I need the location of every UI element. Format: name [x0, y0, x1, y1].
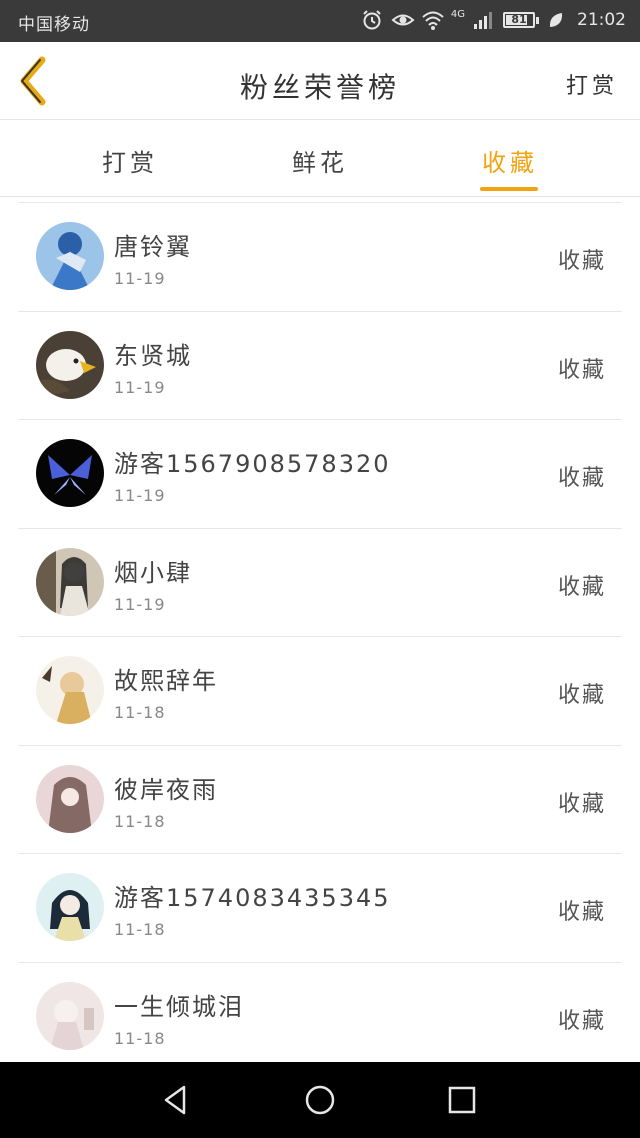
- fan-name: 游客1574083435345: [114, 884, 391, 912]
- fan-date: 11-19: [114, 594, 166, 614]
- tab-bar: 打赏 鲜花 收藏: [0, 121, 640, 197]
- fan-name: 彼岸夜雨: [114, 775, 218, 804]
- status-bar: 中国移动 4G 81 21:02: [0, 0, 640, 42]
- list-item[interactable]: 唐铃翼 11-19 收藏: [18, 202, 622, 311]
- nav-recent-button[interactable]: [444, 1082, 480, 1118]
- carrier-label: 中国移动: [18, 15, 90, 35]
- avatar: [36, 547, 104, 616]
- signal-icon: [473, 9, 495, 31]
- app-header: 粉丝荣誉榜 打赏: [0, 42, 640, 120]
- fan-action-type: 收藏: [557, 900, 606, 925]
- square-recent-icon: [448, 1086, 476, 1114]
- nav-back-button[interactable]: [158, 1082, 194, 1118]
- avatar: [36, 981, 104, 1050]
- fan-action-type: 收藏: [557, 249, 606, 274]
- list-item[interactable]: 游客1567908578320 11-19 收藏: [18, 419, 622, 528]
- active-tab-indicator: [480, 187, 538, 191]
- list-item[interactable]: 彼岸夜雨 11-18 收藏: [18, 744, 622, 854]
- fan-date: 11-19: [114, 269, 166, 288]
- fan-date: 11-18: [114, 811, 166, 831]
- circle-home-icon: [305, 1085, 335, 1115]
- fan-name: 烟小肆: [114, 558, 192, 587]
- fan-action-type: 收藏: [557, 683, 606, 708]
- tab-reward[interactable]: 打赏: [80, 143, 180, 178]
- clock: 21:02: [577, 10, 626, 30]
- avatar: [36, 873, 104, 941]
- eye-icon: [391, 9, 415, 31]
- fan-date: 11-19: [114, 486, 166, 505]
- fan-name: 故熙辞年: [114, 667, 218, 695]
- status-icons: 4G 81 21:02: [361, 9, 626, 31]
- battery-icon: 81: [503, 12, 539, 28]
- fan-name: 游客1567908578320: [114, 450, 391, 478]
- nav-home-button[interactable]: [302, 1082, 338, 1118]
- avatar: [36, 330, 104, 399]
- fan-date: 11-19: [114, 377, 166, 397]
- avatar: [36, 764, 104, 833]
- avatar: [36, 439, 104, 507]
- fan-date: 11-18: [114, 703, 166, 722]
- fan-action-type: 收藏: [557, 466, 606, 491]
- page-title: 粉丝荣誉榜: [239, 71, 400, 104]
- battery-level: 81: [511, 13, 527, 26]
- fan-action-type: 收藏: [557, 357, 606, 383]
- triangle-back-icon: [164, 1085, 186, 1115]
- system-nav-bar: [0, 1062, 640, 1138]
- tab-flowers[interactable]: 鲜花: [270, 143, 370, 178]
- fan-date: 11-18: [114, 1028, 166, 1048]
- list-item[interactable]: 一生倾城泪 11-18 收藏: [18, 961, 622, 1071]
- fan-name: 东贤城: [114, 341, 192, 370]
- fan-action-type: 收藏: [557, 574, 606, 600]
- fan-action-type: 收藏: [557, 1008, 606, 1034]
- network-type-label: 4G: [450, 8, 465, 20]
- fan-name: 唐铃翼: [114, 233, 192, 261]
- avatar: [36, 222, 104, 290]
- fan-action-type: 收藏: [557, 791, 606, 817]
- tab-favorites[interactable]: 收藏: [460, 143, 560, 178]
- leaf-icon: [547, 9, 569, 31]
- list-item[interactable]: 故熙辞年 11-18 收藏: [18, 636, 622, 745]
- fan-date: 11-18: [114, 920, 166, 939]
- list-item[interactable]: 东贤城 11-19 收藏: [18, 310, 622, 420]
- reward-button[interactable]: 打赏: [566, 68, 618, 100]
- alarm-icon: [361, 9, 383, 31]
- fan-list: 唐铃翼 11-19 收藏 东贤城 11-19 收藏 游客156790857832…: [18, 202, 622, 1070]
- avatar: [36, 656, 104, 724]
- list-item[interactable]: 烟小肆 11-19 收藏: [18, 527, 622, 637]
- fan-name: 一生倾城泪: [114, 992, 244, 1021]
- list-item[interactable]: 游客1574083435345 11-18 收藏: [18, 853, 622, 962]
- wifi-icon: [421, 9, 444, 31]
